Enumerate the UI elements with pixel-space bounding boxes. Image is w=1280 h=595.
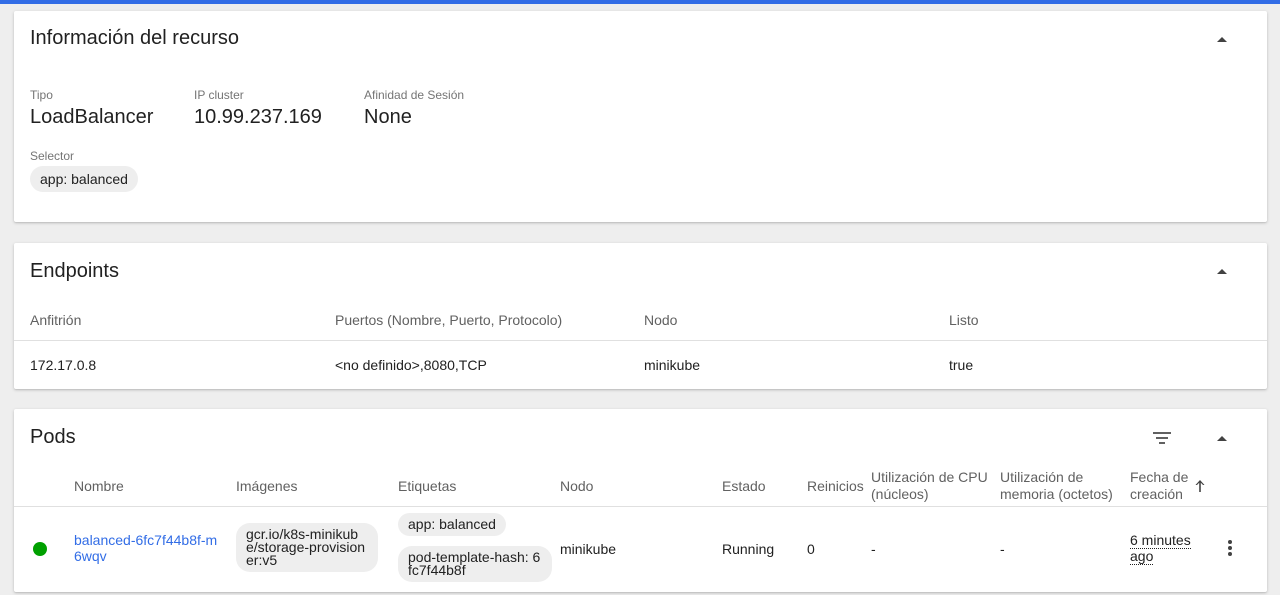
pod-name-link[interactable]: balanced-6fc7f44b8f-m6wqv bbox=[74, 532, 224, 564]
chevron-up-icon bbox=[1217, 268, 1227, 274]
endpoint-ready: true bbox=[949, 357, 974, 373]
image-chip: gcr.io/k8s-minikube/storage-provisioner:… bbox=[236, 523, 378, 572]
column-header-restarts[interactable]: Reinicios bbox=[807, 478, 864, 495]
pods-card: Pods Nombre Imágenes Etiquetas Nodo Esta… bbox=[14, 409, 1267, 592]
more-vert-icon[interactable] bbox=[1218, 538, 1242, 562]
type-value: LoadBalancer bbox=[30, 106, 154, 128]
column-header-memory[interactable]: Utilización de memoria (octetos) bbox=[1000, 469, 1124, 503]
chevron-up-icon bbox=[1217, 36, 1227, 42]
collapse-button[interactable] bbox=[1210, 259, 1234, 283]
column-header-node[interactable]: Nodo bbox=[560, 478, 593, 495]
column-header-status[interactable]: Estado bbox=[722, 478, 766, 495]
column-header-labels[interactable]: Etiquetas bbox=[398, 478, 456, 495]
pod-memory: - bbox=[1000, 541, 1005, 557]
pod-status: Running bbox=[722, 541, 775, 557]
divider bbox=[14, 340, 1267, 341]
column-header-created[interactable]: Fecha de creación bbox=[1130, 469, 1192, 503]
card-title: Endpoints bbox=[30, 260, 119, 282]
column-header-name[interactable]: Nombre bbox=[74, 478, 124, 495]
card-title: Pods bbox=[30, 426, 76, 448]
endpoint-host: 172.17.0.8 bbox=[30, 357, 97, 373]
column-header-cpu[interactable]: Utilización de CPU (núcleos) bbox=[871, 469, 993, 503]
cluster-ip-value: 10.99.237.169 bbox=[194, 106, 322, 128]
pod-cpu: - bbox=[871, 541, 876, 557]
pod-node: minikube bbox=[560, 541, 617, 557]
column-header-ready[interactable]: Listo bbox=[949, 312, 979, 329]
endpoint-node: minikube bbox=[644, 357, 701, 373]
running-status-icon bbox=[33, 542, 47, 556]
label-chip: pod-template-hash: 6fc7f44b8f bbox=[398, 546, 552, 582]
session-affinity-label: Afinidad de Sesión bbox=[364, 88, 465, 102]
resource-info-card: Información del recurso Tipo LoadBalance… bbox=[14, 11, 1267, 222]
chevron-up-icon bbox=[1217, 435, 1227, 441]
divider bbox=[14, 506, 1267, 507]
endpoints-card: Endpoints Anfitrión Puertos (Nombre, Pue… bbox=[14, 243, 1267, 389]
created-time: 6 minutes ago bbox=[1130, 532, 1191, 565]
session-affinity-value: None bbox=[364, 106, 412, 128]
column-header-node[interactable]: Nodo bbox=[644, 312, 677, 329]
card-title: Información del recurso bbox=[30, 27, 239, 49]
selector-chip: app: balanced bbox=[30, 166, 138, 192]
column-header-images[interactable]: Imágenes bbox=[236, 478, 297, 495]
filter-icon[interactable] bbox=[1150, 427, 1174, 451]
column-header-ports[interactable]: Puertos (Nombre, Puerto, Protocolo) bbox=[335, 312, 562, 329]
collapse-button[interactable] bbox=[1210, 27, 1234, 51]
top-accent-bar bbox=[0, 0, 1280, 4]
label-chip: app: balanced bbox=[398, 513, 506, 536]
cluster-ip-label: IP cluster bbox=[194, 88, 244, 102]
arrow-up-icon[interactable] bbox=[1194, 479, 1206, 493]
selector-label: Selector bbox=[30, 149, 75, 163]
collapse-button[interactable] bbox=[1210, 426, 1234, 450]
endpoint-ports: <no definido>,8080,TCP bbox=[335, 357, 487, 373]
column-header-host[interactable]: Anfitrión bbox=[30, 312, 81, 329]
pod-created: 6 minutes ago bbox=[1130, 532, 1210, 565]
type-label: Tipo bbox=[30, 88, 53, 102]
pod-restarts: 0 bbox=[807, 541, 815, 557]
